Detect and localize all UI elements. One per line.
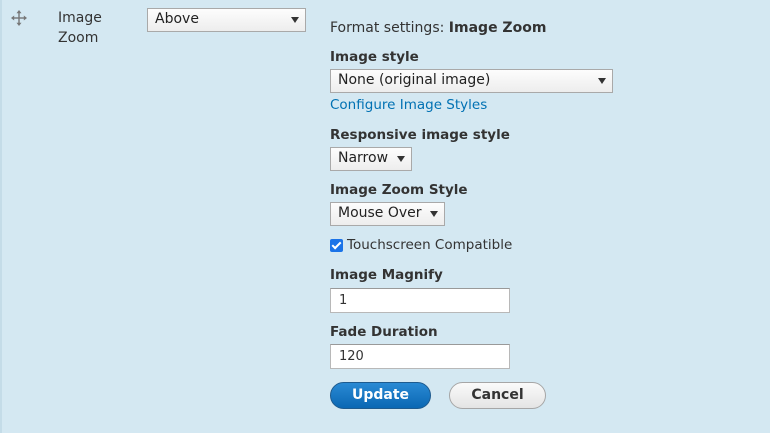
fade-duration-input[interactable]: 120 [330,344,510,369]
label-display-value: Above [155,11,199,27]
chevron-down-icon [430,211,438,217]
touchscreen-compatible-label[interactable]: Touchscreen Compatible [347,236,512,254]
image-style-label: Image style [330,49,419,65]
chevron-down-icon [397,156,405,162]
image-style-value: None (original image) [338,72,491,88]
touchscreen-compatible-checkbox[interactable] [330,238,343,252]
responsive-image-style-label: Responsive image style [330,127,510,143]
image-magnify-label: Image Magnify [330,267,443,283]
configure-image-styles-link[interactable]: Configure Image Styles [330,96,487,114]
label-display-select[interactable]: Above [147,8,306,32]
image-zoom-style-value: Mouse Over [338,205,422,221]
row-left-border [0,0,2,433]
fade-duration-label: Fade Duration [330,324,438,340]
move-arrows-icon[interactable] [11,10,27,26]
chevron-down-icon [598,78,606,84]
format-settings-prefix: Format settings: [330,20,445,36]
responsive-image-style-value: Narrow [338,150,389,166]
chevron-down-icon [291,17,299,23]
cancel-button[interactable]: Cancel [449,382,546,409]
image-style-select[interactable]: None (original image) [330,69,613,93]
format-settings-name: Image Zoom [448,20,547,36]
image-magnify-input[interactable]: 1 [330,288,510,313]
touchscreen-compatible-row: Touchscreen Compatible [330,236,512,254]
image-zoom-style-label: Image Zoom Style [330,182,468,198]
field-label: Image Zoom [58,10,102,46]
responsive-image-style-select[interactable]: Narrow [330,147,412,171]
format-settings-title: Format settings: Image Zoom [330,18,546,38]
update-button[interactable]: Update [330,382,431,409]
image-zoom-style-select[interactable]: Mouse Over [330,202,445,226]
